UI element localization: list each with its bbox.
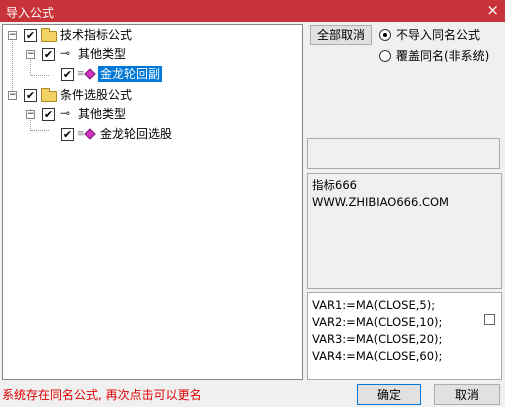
collapse-icon[interactable]: −: [26, 110, 35, 119]
checkbox[interactable]: ✔: [24, 29, 37, 42]
window-title: 导入公式: [6, 6, 55, 20]
tree-node-other-type[interactable]: − ✔ ⊸ 其他类型: [3, 106, 203, 122]
radio-no-import-label[interactable]: 不导入同名公式: [396, 28, 480, 42]
tree-node-label: 金龙轮回副: [98, 66, 163, 82]
tree-node-label: 其他类型: [78, 47, 127, 61]
checkbox[interactable]: ✔: [42, 48, 55, 61]
collapse-icon[interactable]: −: [8, 31, 17, 40]
folder-icon: [41, 88, 57, 102]
key-icon: ⊸: [60, 106, 71, 120]
collapse-icon[interactable]: −: [8, 91, 17, 100]
empty-panel: [307, 138, 500, 169]
checkbox[interactable]: ✔: [61, 128, 74, 141]
tree-node-label: 条件选股公式: [60, 88, 133, 102]
checkbox[interactable]: ✔: [61, 68, 74, 81]
cancel-all-button[interactable]: 全部取消: [310, 25, 372, 45]
formula-icon: [84, 68, 96, 80]
radio-overwrite[interactable]: [379, 50, 391, 62]
formula-icon: [84, 128, 96, 140]
collapse-icon[interactable]: −: [26, 50, 35, 59]
tree-node-label: 其他类型: [78, 107, 127, 121]
small-checkbox[interactable]: [484, 314, 495, 325]
key-icon: ⊸: [60, 46, 71, 60]
description-line: WWW.ZHIBIAO666.COM: [312, 195, 449, 209]
title-bar: 导入公式 ×: [0, 0, 505, 22]
radio-overwrite-label[interactable]: 覆盖同名(非系统): [396, 49, 489, 63]
radio-no-import[interactable]: [379, 29, 391, 41]
tree-node-label: 技术指标公式: [60, 28, 133, 42]
close-icon[interactable]: ×: [486, 2, 499, 18]
tree-node-stock-selection[interactable]: − ✔ 条件选股公式: [3, 87, 203, 103]
formula-tree[interactable]: − ✔ 技术指标公式 − ✔ ⊸ 其他类型 ✔ ≡ 金龙轮回副 − ✔ 条件选股…: [2, 24, 303, 380]
code-line: VAR2:=MA(CLOSE,10);: [312, 315, 443, 329]
tree-node-tech-indicator[interactable]: − ✔ 技术指标公式: [3, 27, 203, 43]
checkbox[interactable]: ✔: [24, 89, 37, 102]
tree-node-other-type[interactable]: − ✔ ⊸ 其他类型: [3, 46, 203, 62]
description-box: 指标666 WWW.ZHIBIAO666.COM: [307, 173, 502, 289]
code-line: VAR3:=MA(CLOSE,20);: [312, 332, 443, 346]
formula-code-box[interactable]: VAR1:=MA(CLOSE,5); VAR2:=MA(CLOSE,10); V…: [307, 292, 502, 380]
code-line: VAR4:=MA(CLOSE,60);: [312, 349, 443, 363]
tree-node-label: 金龙轮回选股: [100, 127, 173, 141]
description-line: 指标666: [312, 178, 357, 192]
code-line: VAR1:=MA(CLOSE,5);: [312, 298, 436, 312]
status-message: 系统存在同名公式, 再次点击可以更名: [2, 388, 202, 402]
cancel-button[interactable]: 取消: [434, 384, 500, 405]
tree-node-formula[interactable]: ✔ ≡ 金龙轮回副: [3, 66, 203, 82]
ok-button[interactable]: 确定: [357, 384, 421, 405]
tree-node-formula[interactable]: ✔ ≡ 金龙轮回选股: [3, 126, 203, 142]
checkbox[interactable]: ✔: [42, 108, 55, 121]
folder-icon: [41, 28, 57, 42]
